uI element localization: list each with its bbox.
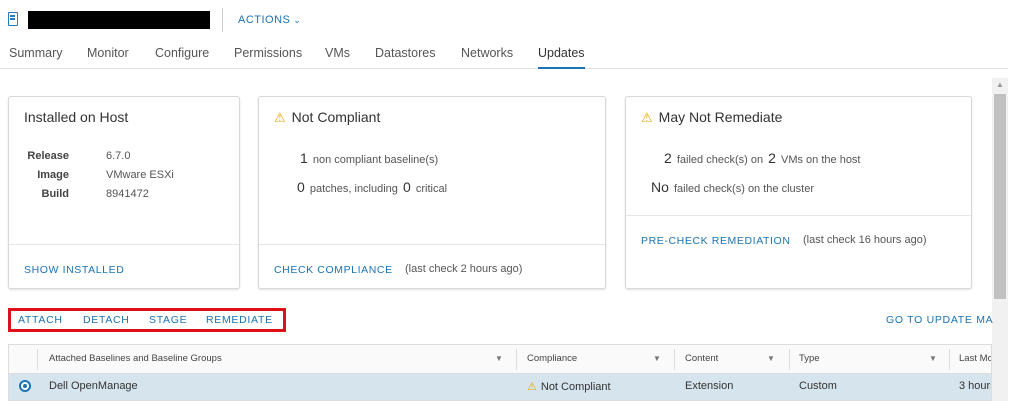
may-not-remediate-title: May Not Remediate — [658, 109, 783, 125]
patches-count: 0 — [297, 179, 305, 195]
card-divider — [259, 244, 605, 245]
warning-icon: ⚠ — [274, 110, 286, 125]
warning-icon: ⚠ — [641, 110, 653, 125]
column-separator — [37, 349, 38, 370]
tab-monitor[interactable]: Monitor — [87, 46, 129, 69]
release-value: 6.7.0 — [106, 150, 131, 162]
not-compliant-card: ⚠ Not Compliant 1 non compliant baseline(… — [258, 96, 606, 289]
failed-checks-host-line: 2 failed check(s) on 2 VMs on the host — [662, 150, 861, 166]
tab-permissions[interactable]: Permissions — [234, 46, 302, 69]
build-value: 8941472 — [106, 188, 149, 200]
column-header-baselines[interactable]: Attached Baselines and Baseline Groups — [49, 353, 222, 364]
redacted-host-name — [28, 11, 210, 29]
card-title: Installed on Host — [24, 109, 129, 125]
baselines-grid: Attached Baselines and Baseline Groups ▼… — [8, 344, 992, 401]
baseline-name-cell: Dell OpenManage — [49, 380, 138, 392]
column-header-type[interactable]: Type — [799, 353, 820, 364]
card-title: ⚠ May Not Remediate — [641, 109, 782, 126]
object-header: ACTIONS ⌄ — [0, 0, 1024, 40]
remediation-last-check: (last check 16 hours ago) — [803, 234, 927, 246]
header-divider — [222, 8, 223, 32]
column-separator — [789, 349, 790, 370]
tab-updates[interactable]: Updates — [538, 46, 585, 69]
column-header-last-modified[interactable]: Last Mo — [959, 353, 991, 364]
check-compliance-link[interactable]: CHECK COMPLIANCE — [274, 264, 393, 276]
tab-vms[interactable]: VMs — [325, 46, 350, 69]
attach-button[interactable]: ATTACH — [18, 314, 63, 326]
non-compliant-baselines-line: 1 non compliant baseline(s) — [298, 150, 438, 166]
scroll-up-arrow-icon[interactable]: ▲ — [992, 80, 1008, 89]
go-to-update-manager-link[interactable]: GO TO UPDATE MA — [886, 314, 993, 326]
type-cell: Custom — [799, 380, 837, 392]
card-title: ⚠ Not Compliant — [274, 109, 380, 126]
stage-button[interactable]: STAGE — [149, 314, 187, 326]
vms-text: VMs on the host — [781, 154, 861, 166]
tab-networks[interactable]: Networks — [461, 46, 513, 69]
critical-count: 0 — [402, 179, 411, 195]
tab-summary[interactable]: Summary — [9, 46, 62, 69]
vertical-scrollbar[interactable]: ▲ — [992, 78, 1008, 401]
column-header-content[interactable]: Content — [685, 353, 718, 364]
pre-check-remediation-link[interactable]: PRE-CHECK REMEDIATION — [641, 235, 791, 247]
show-installed-link[interactable]: SHOW INSTALLED — [24, 264, 124, 276]
image-label: Image — [37, 169, 69, 181]
installed-on-host-card: Installed on Host Release 6.7.0 Image VM… — [8, 96, 240, 289]
build-label: Build — [41, 188, 70, 200]
column-separator — [516, 349, 517, 370]
tab-bar: Summary Monitor Configure Permissions VM… — [0, 40, 1008, 69]
critical-text: critical — [415, 183, 448, 195]
scrollbar-thumb[interactable] — [994, 94, 1006, 299]
baselines-text: non compliant baseline(s) — [312, 154, 439, 166]
cluster-text: failed check(s) on the cluster — [673, 183, 814, 195]
actions-menu-label: ACTIONS — [238, 14, 291, 26]
patches-line: 0 patches, including 0 critical — [295, 179, 447, 195]
failed-checks-cluster-line: No failed check(s) on the cluster — [649, 179, 814, 195]
last-modified-cell: 3 hours — [959, 380, 991, 392]
baselines-count: 1 — [300, 150, 308, 166]
compliance-value: Not Compliant — [540, 381, 611, 393]
table-row[interactable] — [9, 374, 991, 400]
host-icon — [8, 12, 18, 26]
filter-icon[interactable]: ▼ — [653, 354, 661, 363]
image-value: VMware ESXi — [106, 169, 174, 181]
compliance-cell: ⚠ Not Compliant — [527, 380, 611, 393]
actions-menu[interactable]: ACTIONS ⌄ — [238, 14, 301, 26]
vms-count: 2 — [768, 150, 776, 166]
grid-header: Attached Baselines and Baseline Groups ▼… — [9, 345, 991, 374]
filter-icon[interactable]: ▼ — [929, 354, 937, 363]
failed-text: failed check(s) on — [676, 154, 764, 166]
column-separator — [674, 349, 675, 370]
warning-icon: ⚠ — [527, 381, 537, 393]
tab-datastores[interactable]: Datastores — [375, 46, 435, 69]
cluster-count: No — [651, 179, 669, 195]
content-cell: Extension — [685, 380, 734, 392]
may-not-remediate-card: ⚠ May Not Remediate 2 failed check(s) on … — [625, 96, 972, 289]
filter-icon[interactable]: ▼ — [495, 354, 503, 363]
release-label: Release — [27, 150, 69, 162]
tab-configure[interactable]: Configure — [155, 46, 209, 69]
column-separator — [949, 349, 950, 370]
remediate-button[interactable]: REMEDIATE — [206, 314, 273, 326]
column-header-compliance[interactable]: Compliance — [527, 353, 577, 364]
row-select-radio[interactable] — [19, 380, 31, 392]
card-divider — [626, 215, 971, 216]
compliance-last-check: (last check 2 hours ago) — [405, 263, 523, 275]
detach-button[interactable]: DETACH — [83, 314, 130, 326]
patches-text: patches, including — [309, 183, 398, 195]
filter-icon[interactable]: ▼ — [767, 354, 775, 363]
not-compliant-title: Not Compliant — [291, 109, 381, 125]
chevron-down-icon: ⌄ — [293, 15, 302, 25]
card-divider — [9, 244, 239, 245]
failed-count: 2 — [664, 150, 672, 166]
